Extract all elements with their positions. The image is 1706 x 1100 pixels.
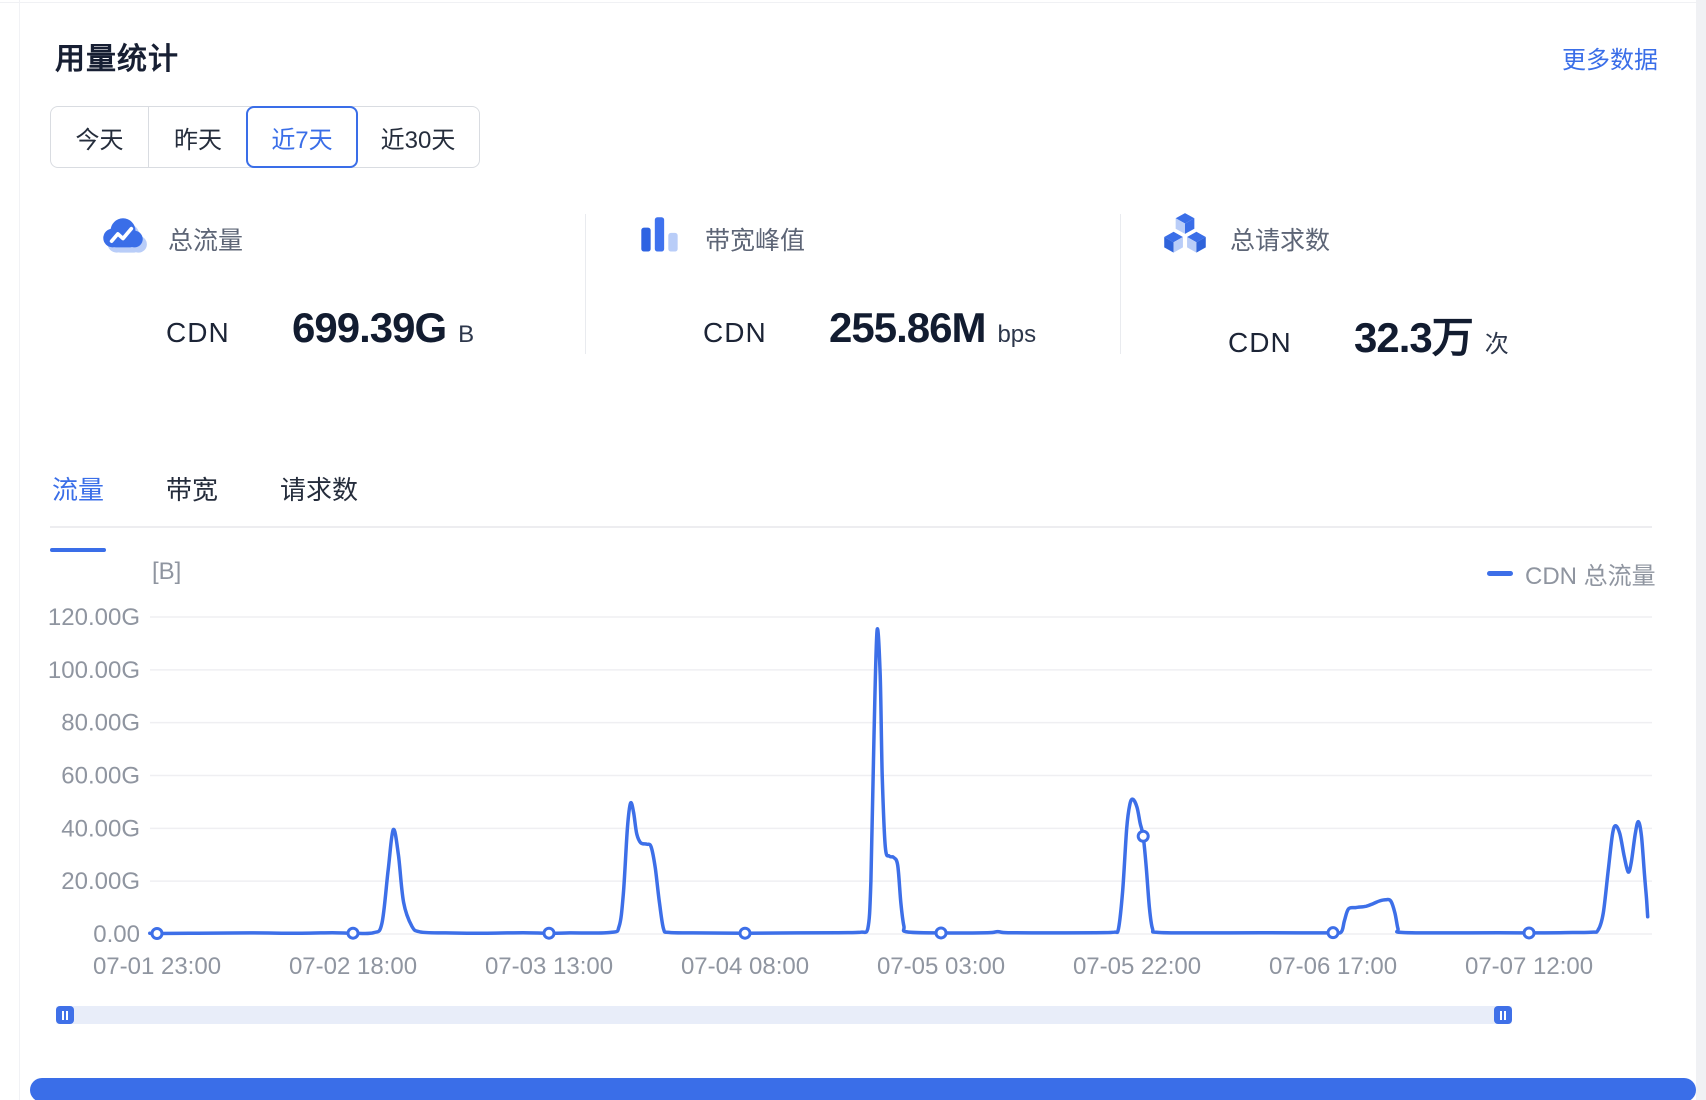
data-point-marker[interactable] bbox=[544, 928, 554, 938]
datazoom-left-handle[interactable] bbox=[56, 1006, 74, 1024]
y-axis-tick-label: 40.00G bbox=[61, 815, 140, 842]
x-axis-tick-label: 07-04 08:00 bbox=[681, 953, 809, 980]
y-axis-tick-label: 60.00G bbox=[61, 763, 140, 790]
datazoom-slider[interactable] bbox=[56, 1006, 1512, 1024]
data-point-marker[interactable] bbox=[740, 928, 750, 938]
y-axis-tick-label: 0.00 bbox=[93, 921, 140, 948]
data-point-marker[interactable] bbox=[348, 928, 358, 938]
data-point-marker[interactable] bbox=[1328, 928, 1338, 938]
y-axis-tick-label: 100.00G bbox=[48, 657, 140, 684]
x-axis-tick-label: 07-07 12:00 bbox=[1465, 953, 1593, 980]
horizontal-scrollbar-thumb[interactable] bbox=[30, 1078, 1696, 1100]
data-point-marker[interactable] bbox=[1524, 928, 1534, 938]
x-axis-tick-label: 07-05 03:00 bbox=[877, 953, 1005, 980]
x-axis-tick-label: 07-02 18:00 bbox=[289, 953, 417, 980]
y-axis-tick-label: 80.00G bbox=[61, 710, 140, 737]
y-axis-tick-label: 20.00G bbox=[61, 868, 140, 895]
data-point-marker[interactable] bbox=[1138, 831, 1148, 841]
series-line bbox=[150, 629, 1648, 934]
x-axis-tick-label: 07-06 17:00 bbox=[1269, 953, 1397, 980]
usage-statistics-panel: 用量统计 更多数据 今天 昨天 近7天 近30天 bbox=[0, 0, 1706, 1100]
vertical-scrollbar-track[interactable] bbox=[1696, 0, 1706, 1100]
y-axis-tick-label: 120.00G bbox=[48, 604, 140, 631]
data-point-marker[interactable] bbox=[936, 928, 946, 938]
datazoom-right-handle[interactable] bbox=[1494, 1006, 1512, 1024]
x-axis-tick-label: 07-01 23:00 bbox=[93, 953, 221, 980]
x-axis-tick-label: 07-03 13:00 bbox=[485, 953, 613, 980]
data-point-marker[interactable] bbox=[152, 928, 162, 938]
x-axis-tick-label: 07-05 22:00 bbox=[1073, 953, 1201, 980]
range-button-last-7-days[interactable]: 近7天 bbox=[246, 106, 358, 168]
